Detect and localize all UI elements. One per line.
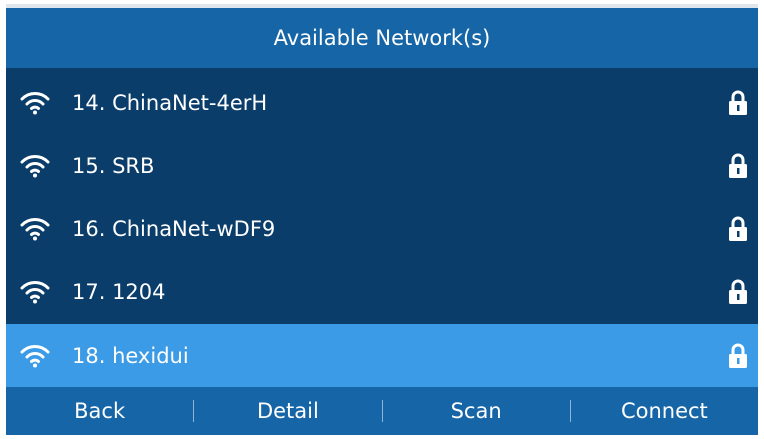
network-row[interactable]: 16. ChinaNet-wDF9 bbox=[6, 197, 758, 260]
lock-icon bbox=[729, 216, 747, 241]
network-label: 14. ChinaNet-4erH bbox=[72, 90, 268, 115]
wifi-screen: Available Network(s) 14. ChinaNet-4erH 1… bbox=[6, 4, 758, 435]
network-label: 15. SRB bbox=[72, 153, 155, 178]
wifi-icon bbox=[20, 280, 50, 303]
softkey-bar: Back Detail Scan Connect bbox=[6, 387, 758, 435]
network-row-selected[interactable]: 18. hexidui bbox=[6, 324, 758, 387]
back-button[interactable]: Back bbox=[6, 399, 193, 423]
network-row[interactable]: 15. SRB bbox=[6, 134, 758, 197]
network-label: 18. hexidui bbox=[72, 343, 189, 368]
network-row[interactable]: 14. ChinaNet-4erH bbox=[6, 71, 758, 134]
lock-icon bbox=[729, 90, 747, 115]
network-label: 16. ChinaNet-wDF9 bbox=[72, 216, 276, 241]
lock-icon bbox=[729, 279, 747, 304]
network-label: 17. 1204 bbox=[72, 279, 166, 304]
lock-icon bbox=[729, 343, 747, 368]
detail-button[interactable]: Detail bbox=[194, 399, 381, 423]
wifi-icon bbox=[20, 91, 50, 114]
wifi-icon bbox=[20, 217, 50, 240]
connect-button[interactable]: Connect bbox=[571, 399, 758, 423]
page-title: Available Network(s) bbox=[6, 8, 758, 68]
network-row[interactable]: 17. 1204 bbox=[6, 260, 758, 323]
lock-icon bbox=[729, 153, 747, 178]
wifi-icon bbox=[20, 154, 50, 177]
wifi-icon bbox=[20, 344, 50, 367]
network-list[interactable]: 14. ChinaNet-4erH 15. SRB 16. ChinaNet-w… bbox=[6, 68, 758, 387]
scan-button[interactable]: Scan bbox=[383, 399, 570, 423]
